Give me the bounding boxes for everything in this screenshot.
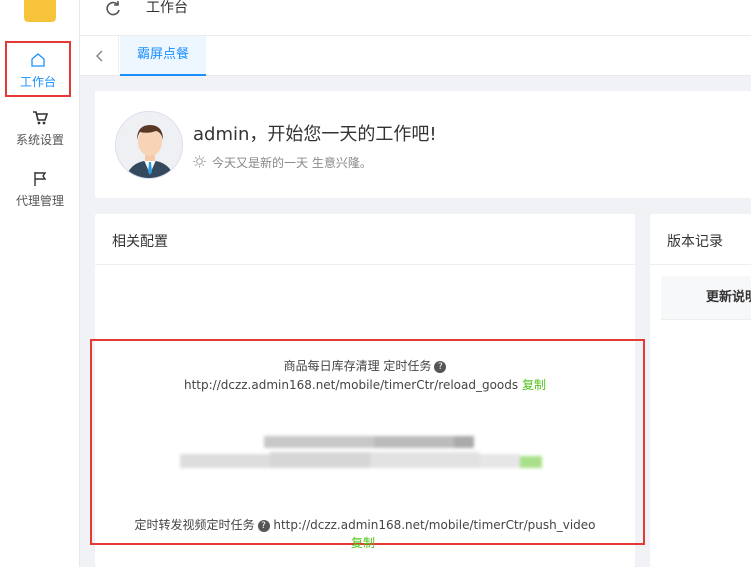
task2-title: 定时转发视频定时任务 [134, 518, 255, 532]
version-table-header: 更新说明 [661, 276, 751, 320]
sidebar-item-workbench[interactable]: 工作台 [5, 41, 71, 97]
divider [118, 36, 119, 76]
sidebar-item-system-settings[interactable]: 系统设置 [0, 109, 80, 148]
task2-line: 定时转发视频定时任务? http://dczz.admin168.net/mob… [95, 516, 635, 533]
welcome-card: admin，开始您一天的工作吧! 今天又是新的一天 生意兴隆。 [95, 91, 751, 198]
app-logo[interactable] [24, 0, 56, 22]
help-icon[interactable]: ? [257, 519, 270, 532]
avatar [115, 111, 183, 179]
config-card: 相关配置 商品每日库存清理 定时任务? http://dczz.admin168… [90, 214, 645, 567]
sidebar-item-agent-management[interactable]: 代理管理 [0, 170, 80, 209]
flag-icon [0, 170, 80, 190]
task1-copy-button[interactable]: 复制 [522, 378, 546, 392]
help-icon[interactable]: ? [434, 360, 447, 373]
tab-screen-ordering[interactable]: 霸屏点餐 [120, 36, 206, 76]
chevron-left-icon[interactable] [90, 46, 110, 66]
refresh-icon[interactable] [104, 0, 124, 18]
welcome-greeting: admin，开始您一天的工作吧! [193, 124, 437, 145]
divider [650, 264, 751, 265]
config-card-title: 相关配置 [112, 234, 168, 250]
task1-url-line: http://dczz.admin168.net/mobile/timerCtr… [95, 376, 635, 393]
sun-icon [193, 154, 212, 171]
task1-title: 商品每日库存清理 定时任务 [283, 359, 432, 373]
welcome-subtitle: 今天又是新的一天 生意兴隆。 [193, 154, 372, 171]
home-icon [7, 51, 69, 71]
redacted-content [180, 434, 555, 472]
cart-icon [0, 109, 80, 129]
task1-title-line: 商品每日库存清理 定时任务? [95, 357, 635, 374]
top-header: 工作台 [80, 0, 751, 36]
page-title: 工作台 [146, 0, 188, 16]
task2-copy-button[interactable]: 复制 [351, 534, 375, 551]
task2-url: http://dczz.admin168.net/mobile/timerCtr… [273, 518, 596, 532]
task1-url: http://dczz.admin168.net/mobile/timerCtr… [183, 378, 519, 392]
version-card: 版本记录 更新说明 [650, 214, 751, 567]
divider [95, 264, 635, 265]
sidebar-item-label: 系统设置 [15, 133, 64, 147]
sidebar-item-label: 工作台 [19, 75, 56, 89]
sidebar: 工作台 系统设置 代理管理 [0, 0, 80, 567]
version-card-title: 版本记录 [667, 234, 723, 250]
sidebar-item-label: 代理管理 [15, 194, 64, 208]
tab-bar: 霸屏点餐 [80, 36, 751, 76]
subtitle-text: 今天又是新的一天 生意兴隆。 [212, 156, 372, 170]
